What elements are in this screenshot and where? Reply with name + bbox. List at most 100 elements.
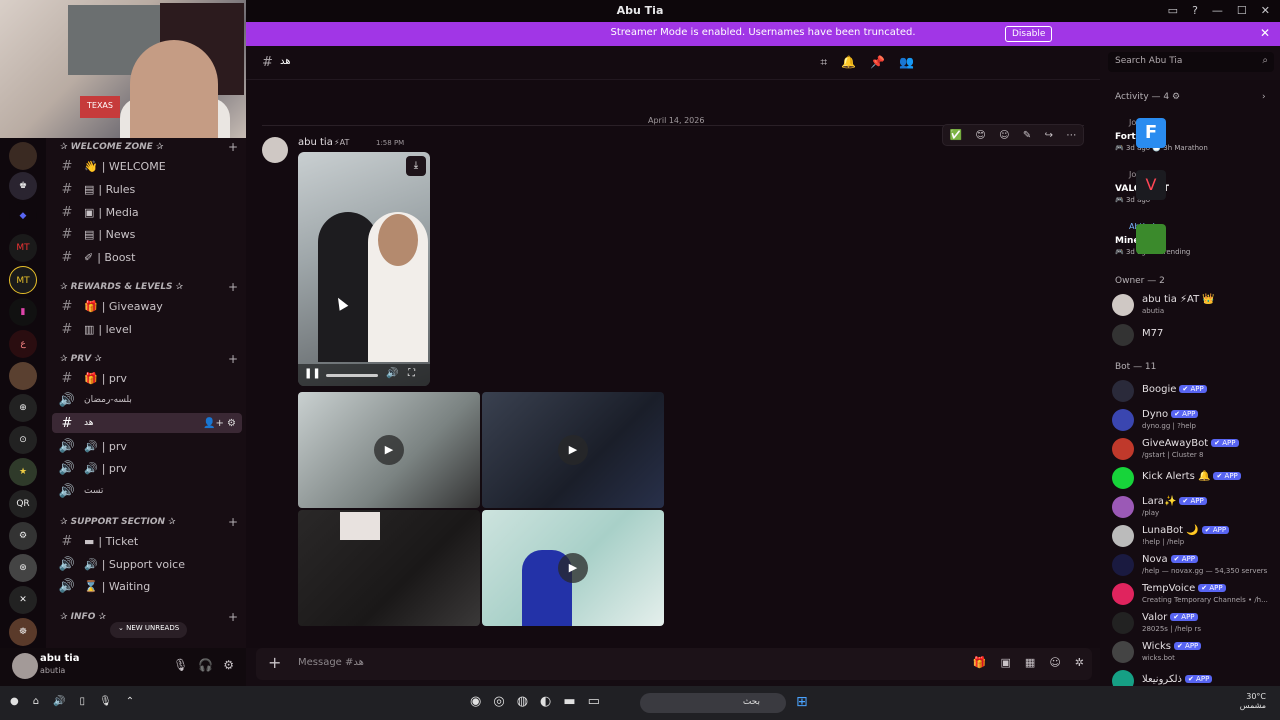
minimize-icon[interactable]: — [1212,4,1223,17]
channel-boost[interactable]: # ✐ | Boost [52,247,242,267]
server-icon[interactable]: QR [9,490,37,518]
chrome-icon[interactable]: ◍ [517,694,528,709]
chevron-up-icon[interactable]: ⌃ [126,696,134,707]
member-item[interactable]: Dyno ✔ APP dyno.gg | ?help [1112,407,1277,433]
battery-icon[interactable]: ▯ [80,696,86,707]
server-icon[interactable]: ◆ [9,202,37,230]
add-reaction-icon[interactable]: ☺ [999,130,1009,141]
channel-support-voice[interactable]: 🔊 🔊 | Support voice [52,554,242,574]
reaction-check-icon[interactable]: ✅ [950,130,962,141]
channel-media[interactable]: # ▣ | Media [52,202,242,222]
channel-giveaway[interactable]: # 🎁 | Giveaway [52,296,242,316]
reaction-emoji-icon[interactable]: 😊 [975,130,985,141]
channel-waiting[interactable]: 🔊 ⌛ | Waiting [52,576,242,596]
gift-icon[interactable]: 🎁 [973,656,987,669]
channel-voice-ramadan[interactable]: 🔊 بلسه-رمضان [52,390,242,410]
weather-widget[interactable]: 30°C مشمس [1240,692,1266,710]
server-icon[interactable]: ع [9,330,37,358]
maximize-icon[interactable]: ☐ [1237,4,1247,17]
close-icon[interactable]: ✕ [1261,4,1270,17]
member-item[interactable]: Wicks ✔ APP wicks.bot [1112,639,1277,665]
channel-voice-prv[interactable]: 🔊 🔊 | prv [52,458,242,478]
channel-ticket[interactable]: # ▬ | Ticket [52,531,242,551]
search-input[interactable]: Search Abu Tia ⌕ [1108,52,1274,72]
channel-settings-icon[interactable]: 👤+ ⚙ [203,418,236,429]
channel-welcome[interactable]: # 👋 | WELCOME [52,156,242,176]
fullscreen-icon[interactable]: ⛶ [408,368,415,379]
more-icon[interactable]: ⋯ [1066,130,1076,141]
member-item[interactable]: M77 [1112,322,1277,348]
emoji-icon[interactable]: ☺ [1049,656,1060,669]
member-item[interactable]: TempVoice ✔ APP Creating Temporary Channe… [1112,581,1277,607]
apps-icon[interactable]: ✲ [1075,656,1084,669]
windows-icon[interactable]: ⊞ [796,694,808,710]
server-icon[interactable]: ⊙ [9,426,37,454]
channel-level[interactable]: # ▥ | level [52,319,242,339]
server-icon[interactable]: ▮ [9,298,37,326]
channel-voice-test[interactable]: 🔊 تست [52,481,242,501]
member-item[interactable]: Nova ✔ APP /help — novax.gg — 54,350 serv… [1112,552,1277,578]
channel-active[interactable]: # هد 👤+ ⚙ [52,413,242,433]
video-thumbnail[interactable]: ▶ [482,392,664,508]
disable-button[interactable]: Disable [1005,26,1053,42]
category-prv[interactable]: ✰ PRV ✰ [60,354,102,364]
steam-icon[interactable]: ◉ [470,694,481,709]
category-info[interactable]: ✰ INFO ✰ [60,612,106,622]
member-item[interactable]: ذلكرونيعلا ✔ APP [1112,668,1277,686]
member-item[interactable]: abu tia ⚡AT 👑 abutia [1112,292,1277,318]
channel-prv[interactable]: # 🎁 | prv [52,368,242,388]
pause-icon[interactable]: ❚❚ [304,368,321,379]
chevron-right-icon[interactable]: › [1262,92,1266,102]
server-icon[interactable]: ♚ [9,172,37,200]
server-icon[interactable]: ⚙ [9,522,37,550]
server-icon[interactable]: MT [9,234,37,262]
speaker-icon[interactable]: 🔊 [53,696,65,707]
help-icon[interactable]: ? [1192,4,1198,17]
message-composer[interactable]: + Message #هد 🎁 ▣ ▦ ☺ ✲ [256,648,1092,680]
microphone-icon[interactable]: 🎙 [173,658,188,672]
add-attachment-icon[interactable]: + [268,653,281,672]
server-icon[interactable]: MT [9,266,37,294]
headphones-icon[interactable]: 🎧 [198,658,213,672]
members-icon[interactable]: 👥 [899,55,914,70]
add-channel-icon[interactable]: + [228,352,238,366]
activity-header[interactable]: Activity — 4 ⚙ [1115,92,1180,102]
category-welcome[interactable]: ✰ WELCOME ZONE ✰ [60,142,164,152]
add-channel-icon[interactable]: + [228,515,238,529]
video-thumbnail[interactable]: ▶ [482,510,664,626]
sticker-icon[interactable]: ▦ [1025,656,1035,669]
add-channel-icon[interactable]: + [228,140,238,154]
video-attachment[interactable]: ⤓ ❚❚ 🔊 ⛶ [298,152,430,386]
video-thumbnail[interactable]: ▶ [298,392,480,508]
server-icon[interactable]: ★ [9,458,37,486]
reply-icon[interactable]: ↪ [1045,130,1053,141]
volume-icon[interactable]: 🔊 [386,368,398,379]
new-unreads-button[interactable]: ⌄ NEW UNREADS [110,622,188,638]
message-author[interactable]: abu tia [298,137,333,148]
gif-icon[interactable]: ▣ [1001,656,1011,669]
discord-icon[interactable]: ◐ [540,694,551,709]
member-item[interactable]: Kick Alerts 🔔 ✔ APP [1112,465,1277,491]
server-icon[interactable]: ☸ [9,618,37,646]
message-input[interactable]: Message #هد [298,657,364,668]
inbox-icon[interactable]: ▭ [1168,4,1178,17]
microphone-icon[interactable]: 🎙 [99,696,112,707]
member-item[interactable]: Valor ✔ APP 28025s | /help rs [1112,610,1277,636]
channel-rules[interactable]: # ▤ | Rules [52,179,242,199]
server-icon[interactable]: ✕ [9,586,37,614]
server-icon[interactable]: ⊛ [9,554,37,582]
member-item[interactable]: Lara✨ ✔ APP /play [1112,494,1277,520]
member-item[interactable]: LunaBot 🌙 ✔ APP !help | /help [1112,523,1277,549]
play-icon[interactable]: ▶ [558,435,588,465]
member-item[interactable]: GiveAwayBot ✔ APP /gstart | Cluster 8 [1112,436,1277,462]
folder-icon[interactable]: ▬ [563,694,575,709]
server-icon[interactable]: ⊕ [9,394,37,422]
image-thumbnail[interactable] [298,510,480,626]
edit-icon[interactable]: ✎ [1023,130,1031,141]
download-icon[interactable]: ⤓ [406,156,426,176]
network-icon[interactable]: ⌂ [33,696,39,707]
channel-voice-prv[interactable]: 🔊 🔊 | prv [52,436,242,456]
avatar[interactable] [262,137,288,163]
close-banner-icon[interactable]: ✕ [1260,26,1270,40]
server-icon[interactable] [9,362,37,390]
